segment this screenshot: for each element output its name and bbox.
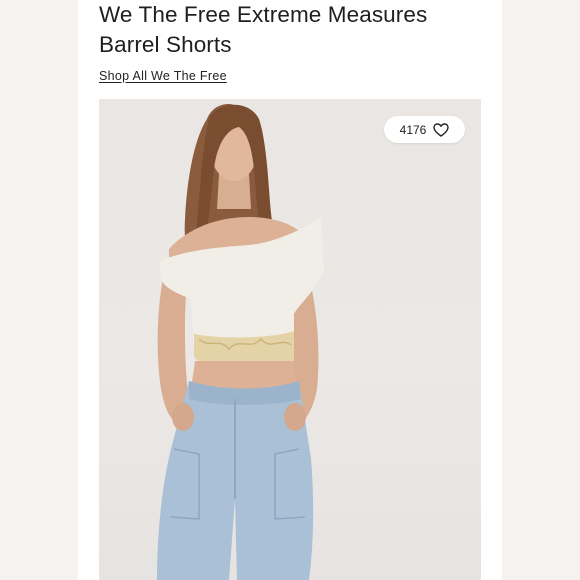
page: We The Free Extreme Measures Barrel Shor…: [0, 0, 580, 580]
heart-outline-icon: [433, 122, 450, 137]
model-photo: [157, 104, 324, 580]
product-title: We The Free Extreme Measures Barrel Shor…: [99, 2, 428, 57]
shop-all-brand-link[interactable]: Shop All We The Free: [99, 69, 227, 83]
like-button[interactable]: 4176: [384, 116, 465, 143]
like-count: 4176: [399, 122, 427, 137]
product-image[interactable]: [99, 99, 481, 580]
